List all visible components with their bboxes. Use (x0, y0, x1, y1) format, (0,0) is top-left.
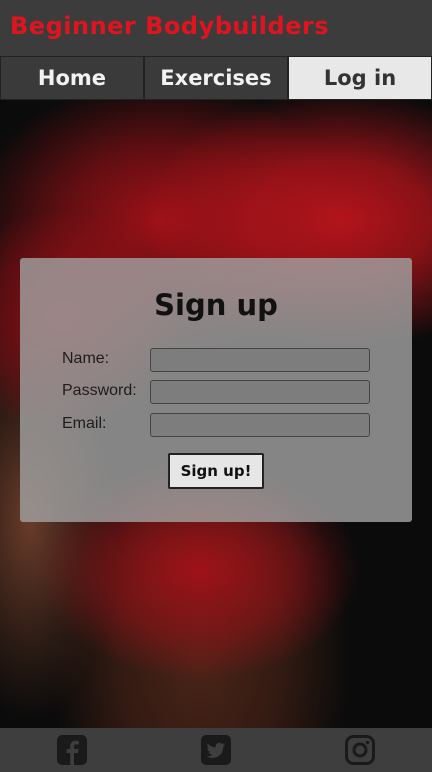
password-row: Password: (62, 380, 372, 404)
site-header: Beginner Bodybuilders (0, 0, 432, 56)
name-input[interactable] (150, 348, 370, 372)
social-footer (0, 728, 432, 772)
nav-exercises[interactable]: Exercises (144, 56, 288, 100)
name-label: Name: (62, 350, 110, 367)
nav-home[interactable]: Home (0, 56, 144, 100)
signup-button[interactable]: Sign up! (168, 453, 264, 489)
instagram-icon[interactable] (343, 733, 377, 767)
site-title[interactable]: Beginner Bodybuilders (10, 12, 422, 40)
password-label: Password: (62, 382, 137, 399)
email-label: Email: (62, 415, 107, 432)
email-input[interactable] (150, 413, 370, 437)
twitter-icon[interactable] (199, 733, 233, 767)
nav-log-in[interactable]: Log in (288, 56, 432, 100)
facebook-icon[interactable] (55, 733, 89, 767)
main-nav: Home Exercises Log in (0, 56, 432, 100)
signup-title: Sign up (154, 288, 278, 322)
email-row: Email: (62, 413, 372, 437)
password-input[interactable] (150, 380, 370, 404)
name-row: Name: (62, 348, 372, 372)
signup-form: Sign up Name: Password: Email: Sign up! (20, 258, 412, 522)
